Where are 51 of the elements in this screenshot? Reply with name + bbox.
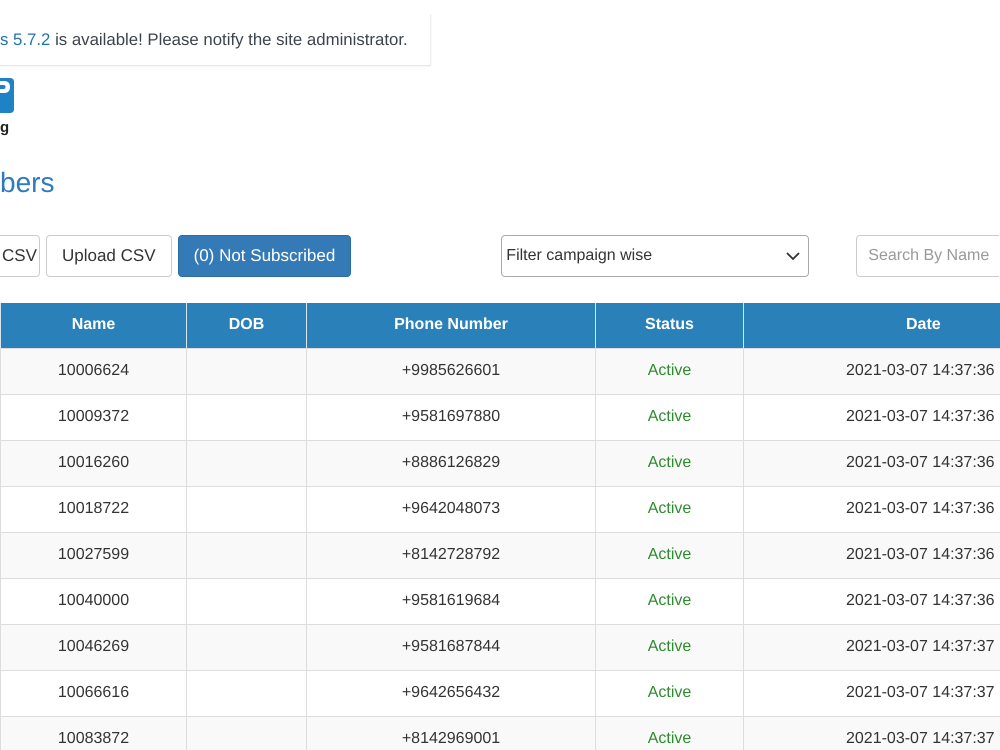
column-header: Date (906, 315, 941, 336)
table-cell: +8142728792 (402, 546, 500, 563)
column-header: DOB (228, 315, 264, 336)
table-cell: +8886126829 (402, 454, 500, 471)
status-text: Active (648, 500, 692, 517)
status-text: Active (648, 684, 692, 701)
toolbar-button[interactable]: Upload CSV (46, 235, 172, 277)
chevron-down-icon (786, 252, 800, 260)
update-notice: s 5.7.2 is available! Please notify the site administrator. (0, 28, 408, 51)
table-cell: 10027599 (58, 546, 130, 563)
table-cell: 2021-03-07 14:37:36 (846, 592, 995, 609)
table-cell: 2021-03-07 14:37:36 (846, 500, 995, 517)
table-cell: +9642048073 (402, 500, 500, 517)
status-text: Active (648, 730, 692, 747)
table-cell: 10040000 (58, 592, 130, 609)
table-cell: 10009372 (58, 408, 130, 425)
table-cell: 2021-03-07 14:37:36 (846, 362, 995, 379)
table-cell: 2021-03-07 14:37:36 (846, 454, 995, 471)
table-cell: 10018722 (58, 500, 130, 517)
table-cell: +9581697880 (402, 408, 500, 425)
table-cell: +9985626601 (402, 362, 500, 379)
update-link[interactable]: s 5.7.2 (0, 30, 50, 49)
page-title: bers (0, 167, 54, 199)
table-cell: +9581687844 (402, 638, 500, 655)
column-header: Name (72, 315, 116, 336)
table-cell: +9642656432 (402, 684, 500, 701)
status-text: Active (648, 638, 692, 655)
table-cell: +8142969001 (402, 730, 500, 747)
logo-text: g (0, 119, 10, 137)
toolbar-button[interactable]: CSV (0, 235, 40, 277)
table-cell: 2021-03-07 14:37:37 (846, 730, 995, 747)
table-cell: 10083872 (58, 730, 130, 747)
table-cell: +9581619684 (402, 592, 500, 609)
table-cell: 2021-03-07 14:37:37 (846, 638, 995, 655)
table-cell: 10066616 (58, 684, 130, 701)
status-text: Active (648, 546, 692, 563)
not-subscribed-button[interactable]: (0) Not Subscribed (178, 235, 352, 277)
search-field[interactable]: Search By Name (856, 235, 1000, 277)
status-text: Active (648, 362, 692, 379)
status-text: Active (648, 592, 692, 609)
table-cell: 10046269 (58, 638, 130, 655)
table-cell: 2021-03-07 14:37:36 (846, 408, 995, 425)
column-header: Phone Number (394, 315, 508, 336)
table-cell: 2021-03-07 14:37:37 (846, 684, 995, 701)
column-header: Status (645, 315, 694, 336)
table-cell: 2021-03-07 14:37:36 (846, 546, 995, 563)
table-cell: 10006624 (58, 362, 130, 379)
table-cell: 10016260 (58, 454, 130, 471)
status-text: Active (648, 454, 692, 471)
filter-select[interactable]: Filter campaign wise (501, 235, 810, 277)
status-text: Active (648, 408, 692, 425)
